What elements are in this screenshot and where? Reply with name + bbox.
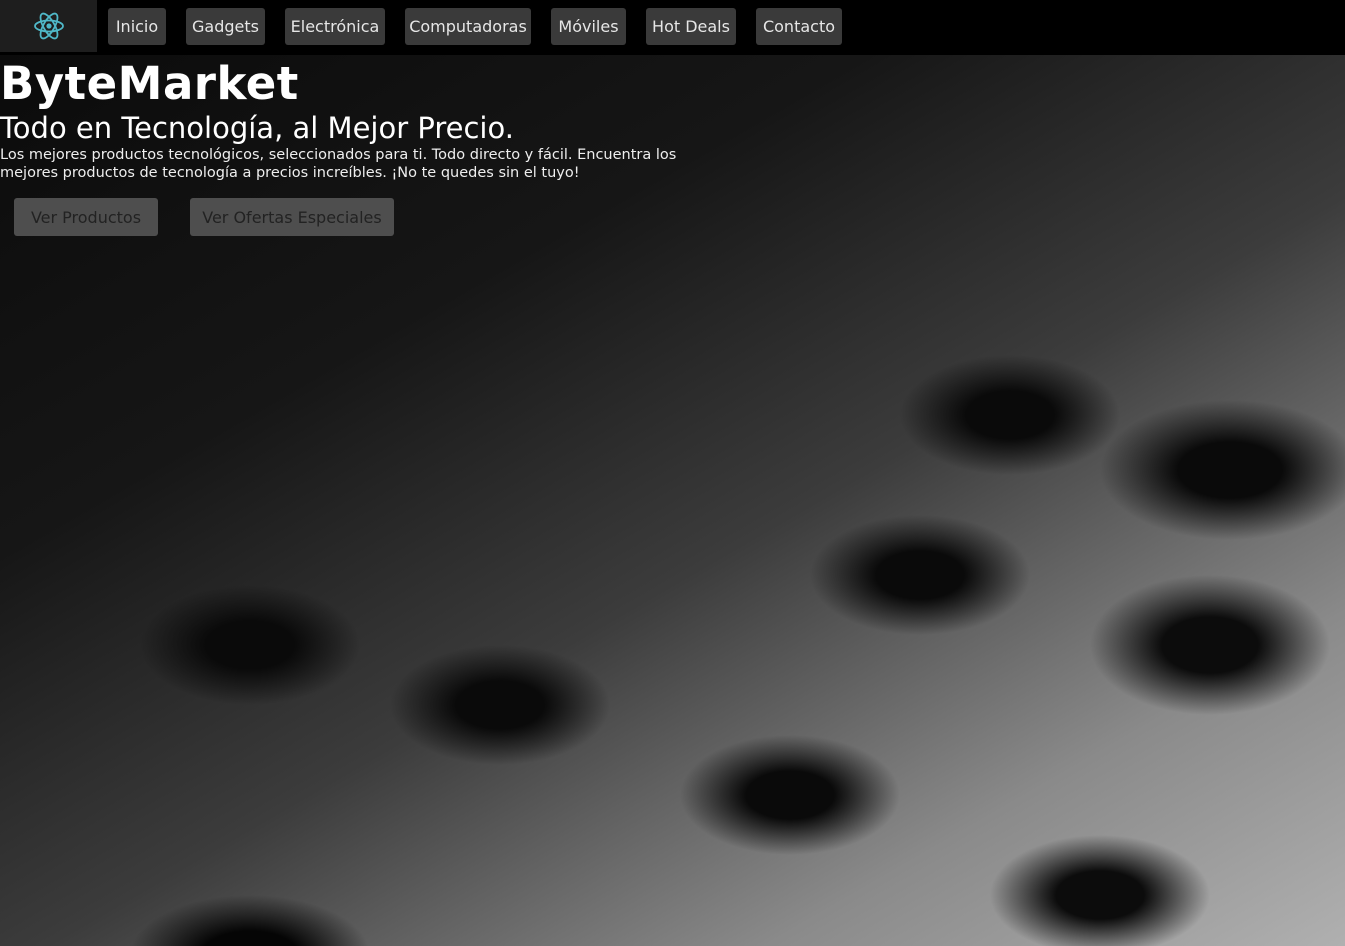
nav-moviles[interactable]: Móviles: [551, 8, 626, 45]
nav-computadoras[interactable]: Computadoras: [405, 8, 531, 45]
nav-hot-deals[interactable]: Hot Deals: [646, 8, 736, 45]
atom-icon: [33, 12, 64, 40]
top-navbar: Inicio Gadgets Electrónica Computadoras …: [0, 0, 1345, 55]
ver-productos-button[interactable]: Ver Productos: [14, 198, 158, 236]
hero-background-image: [0, 55, 1345, 946]
ver-ofertas-button[interactable]: Ver Ofertas Especiales: [190, 198, 394, 236]
hero-description: Los mejores productos tecnológicos, sele…: [0, 147, 677, 181]
nav-inicio[interactable]: Inicio: [108, 8, 166, 45]
site-title: ByteMarket: [0, 57, 299, 110]
nav-contacto[interactable]: Contacto: [756, 8, 842, 45]
nav-electronica[interactable]: Electrónica: [285, 8, 385, 45]
hero-section: ByteMarket Todo en Tecnología, al Mejor …: [0, 58, 680, 182]
hero-subtitle: Todo en Tecnología, al Mejor Precio.: [0, 111, 514, 145]
logo[interactable]: [0, 0, 97, 52]
nav-gadgets[interactable]: Gadgets: [186, 8, 265, 45]
